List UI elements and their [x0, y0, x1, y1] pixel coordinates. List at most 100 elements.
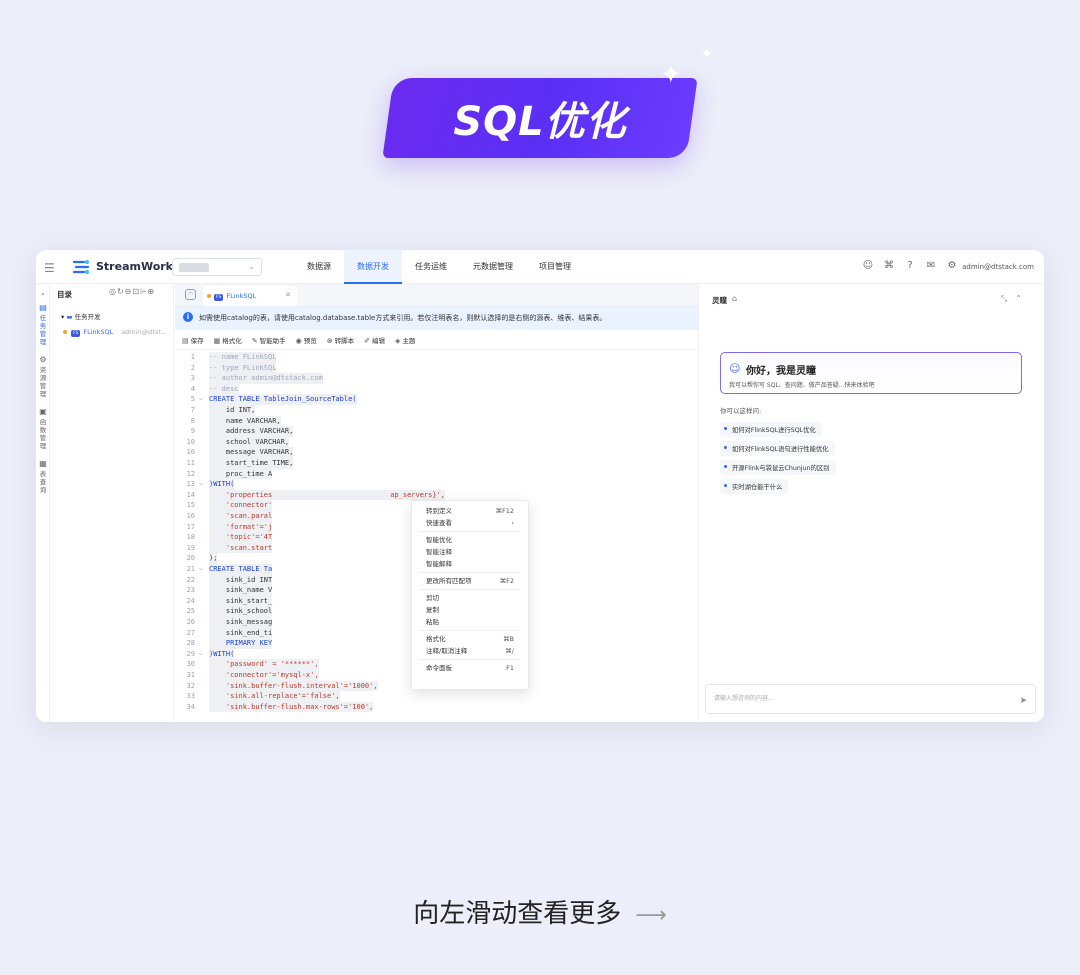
toolbar-button[interactable]: ✐ 编辑 [364, 335, 385, 345]
context-menu-item[interactable]: 注释/取消注释 ⌘/ [412, 645, 528, 657]
rail-item-task[interactable]: ▤ 任 务 管 理 [36, 304, 50, 347]
menu-item-label: 智能注释 [426, 548, 452, 556]
directory-tools[interactable]: ◎↻⊖⊡⌲⊕ [109, 287, 155, 297]
code-line: 10 message VARCHAR, [175, 447, 698, 458]
context-menu-item[interactable]: 剪切 [412, 592, 528, 604]
line-number: 3 [190, 374, 195, 383]
context-menu-item[interactable]: 智能注释 [412, 546, 528, 558]
assistant-icon[interactable]: ☺ [862, 260, 874, 272]
line-number: 22 [186, 575, 195, 584]
line-number: 21 [186, 565, 195, 573]
rail-item-resource[interactable]: ⚙ 资 源 管 理 [36, 356, 50, 399]
chat-controls[interactable]: ⤡⌃ [1001, 294, 1030, 304]
menu-item-label: 粘贴 [426, 618, 439, 626]
line-number: 14 [186, 490, 195, 499]
send-icon[interactable]: ➤ [1019, 696, 1027, 706]
code-text: id INT, [209, 405, 256, 416]
search-icon[interactable]: ⌕ [36, 290, 50, 298]
toolbar-button[interactable]: ◉ 预览 [296, 335, 317, 345]
code-line: 9 address VARCHAR, [175, 426, 698, 437]
menu-item-label: 智能解释 [426, 560, 452, 568]
fold-icon[interactable]: ⌵ [199, 394, 203, 405]
menu-item-label: 命令面板 [426, 664, 452, 672]
tree-file[interactable]: FS FLinkSQL admin@dtst... [63, 328, 167, 337]
suggestion-2[interactable]: 如何对FlinkSQL语句进行性能优化 [720, 441, 835, 456]
home-icon[interactable]: ⌂ [732, 294, 737, 303]
menu-item-shortcut: ⌘F2 [499, 577, 514, 585]
suggestion-1[interactable]: 如何对FlinkSQL进行SQL优化 [720, 422, 822, 437]
line-number: 16 [186, 512, 195, 520]
help-icon[interactable]: ? [904, 260, 916, 272]
editor-toolbar: ▤ 保存 ▦ 格式化 ✎ 智能助手 ◉ 预览 ⊗ 转脚本 ✐ 编辑 ◈ 主题 [175, 330, 698, 350]
menu-icon[interactable]: ☰ [44, 261, 55, 275]
chat-title: 灵瞳 [712, 296, 727, 305]
tree-folder[interactable]: ▾ ▬ 任务开发 [61, 311, 101, 321]
toolbar-label: 预览 [303, 336, 317, 345]
line-number: 30 [186, 660, 195, 669]
app-window: ☰ StreamWorks ⌄ 数据源 数据开发 任务运维 元数据管理 项目管理… [36, 250, 1044, 722]
swipe-hint-text: 向左滑动查看更多 [413, 899, 622, 929]
sparkle-icon: ✦ [660, 60, 682, 90]
rail-item-function-label: 函 数 管 理 [39, 418, 47, 450]
code-text: sink_name V [209, 585, 273, 596]
code-line: 11 start_time TIME, [175, 458, 698, 469]
code-line: 2 -- type FLinkSQL [175, 362, 698, 374]
suggestion-4[interactable]: 实时湖仓能干什么 [720, 479, 789, 494]
context-menu-item[interactable]: 智能解释 [412, 558, 528, 570]
main-nav: 数据源 数据开发 任务运维 元数据管理 项目管理 [294, 250, 584, 284]
message-icon[interactable]: ✉ [925, 260, 937, 272]
arrow-right-icon: ⟶ [635, 903, 667, 928]
code-text: start_time TIME, [209, 458, 294, 469]
suggestion-3[interactable]: 开源Flink与袋鼠云Chunjun的区别 [720, 460, 836, 475]
code-line: 5 ⌵ CREATE TABLE TableJoin_SourceTable( [175, 394, 698, 405]
nav-item-metadata[interactable]: 元数据管理 [460, 250, 526, 284]
project-select[interactable]: ⌄ [172, 258, 262, 276]
function-icon: ▣ [39, 407, 47, 416]
tab-label: FLinkSQL [226, 292, 257, 300]
context-menu-item[interactable]: 命令面板 F1 [412, 662, 528, 674]
chat-input[interactable]: 请输入想咨询的内容... ➤ [705, 684, 1036, 714]
context-menu-item[interactable]: 智能优化 [412, 534, 528, 546]
menu-item-label: 快速查看 [426, 519, 452, 527]
context-menu-item[interactable]: 转到定义 ⌘F12 [412, 505, 528, 517]
code-text: message VARCHAR, [209, 447, 294, 458]
tab-flinksql[interactable]: FS FLinkSQL ✕ [203, 286, 297, 306]
context-menu-item[interactable]: 粘贴 [412, 616, 528, 628]
nav-item-task-ops[interactable]: 任务运维 [402, 250, 460, 284]
toolbar-button[interactable]: ⊗ 转脚本 [327, 335, 354, 345]
toolbar-button[interactable]: ✎ 智能助手 [252, 335, 286, 345]
context-menu-item[interactable]: 快速查看 › [412, 517, 528, 529]
toolbar-button[interactable]: ◈ 主题 [395, 335, 415, 345]
rail-item-function[interactable]: ▣ 函 数 管 理 [36, 407, 50, 451]
close-icon[interactable]: ✕ [285, 291, 291, 299]
context-menu-item[interactable]: 复制 [412, 604, 528, 616]
nav-item-data-dev[interactable]: 数据开发 [344, 250, 402, 284]
line-number: 5 [190, 395, 195, 404]
menu-item-shortcut: ⌘B [503, 635, 514, 643]
code-text: -- author admin@dtstack.com [209, 373, 323, 384]
rail-item-table-label: 表 查 询 [39, 470, 47, 494]
code-text: -- name FLinkSQL [209, 352, 277, 363]
hero-title: SQL优化 [453, 99, 627, 145]
settings-icon[interactable]: ⚙ [946, 260, 958, 272]
line-number: 25 [186, 607, 195, 616]
line-number: 17 [186, 522, 195, 531]
fold-icon[interactable]: ⌵ [199, 649, 203, 660]
code-text: -- type FLinkSQL [209, 362, 277, 374]
flink-badge: FS [71, 330, 81, 337]
home-tab-icon[interactable]: ◠ [185, 289, 196, 300]
toolbar-icon: ⊗ [326, 336, 333, 345]
context-menu-item[interactable]: 更改所有匹配项 ⌘F2 [412, 575, 528, 587]
toolbar-button[interactable]: ▦ 格式化 [214, 335, 242, 345]
fold-icon[interactable]: ⌵ [199, 564, 203, 575]
rail-item-table[interactable]: ▦ 表 查 询 [36, 460, 50, 495]
user-email[interactable]: admin@dtstack.com [962, 263, 1034, 271]
nav-item-project[interactable]: 项目管理 [526, 250, 584, 284]
menu-item-shortcut: ⌘F12 [495, 507, 514, 515]
nav-item-datasource[interactable]: 数据源 [294, 250, 344, 284]
translate-icon[interactable]: ⌘ [883, 260, 895, 272]
toolbar-button[interactable]: ▤ 保存 [182, 335, 204, 345]
fold-icon[interactable]: ⌵ [199, 479, 203, 490]
context-menu-item[interactable]: 格式化 ⌘B [412, 633, 528, 645]
rail-item-resource-label: 资 源 管 理 [39, 366, 47, 398]
